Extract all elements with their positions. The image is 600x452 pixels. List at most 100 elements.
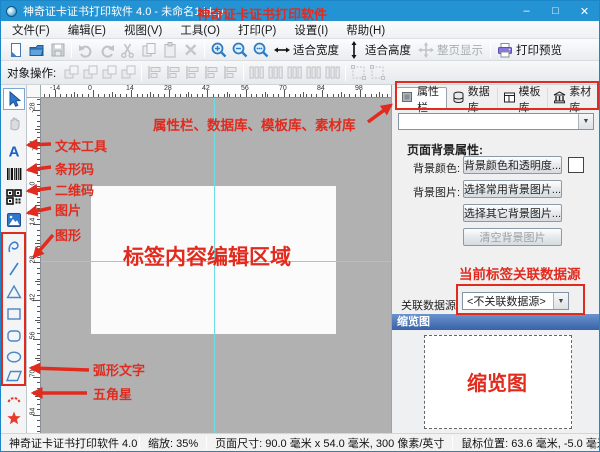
ruler-label: -14 (30, 139, 37, 153)
menu-item-6[interactable]: 帮助(H) (337, 20, 394, 40)
menu-item-0[interactable]: 文件(F) (3, 20, 59, 40)
ruler-tick (387, 94, 388, 97)
minimize-button[interactable]: – (512, 1, 541, 21)
bg-color-swatch[interactable] (568, 157, 584, 173)
ruler-tick (37, 153, 40, 154)
text-tool[interactable]: A (3, 140, 25, 162)
ruler-tick (49, 94, 50, 97)
bg-color-label: 背景颜色: (413, 160, 460, 176)
ruler-tick (311, 94, 312, 97)
annotation-barcode: 条形码 (55, 159, 94, 178)
bg-image-other-button[interactable]: 选择其它背景图片... (463, 204, 562, 222)
ruler-tick (37, 99, 40, 100)
ruler-tick (37, 371, 40, 372)
toolbar-separator (490, 42, 491, 58)
ruler-tick (37, 104, 40, 105)
align-right-icon (183, 63, 202, 82)
ruler-tick (37, 191, 40, 192)
ruler-tick (37, 311, 40, 312)
ruler-tick (267, 94, 268, 97)
ruler-label: 98 (355, 85, 363, 92)
ruler-tick (37, 181, 40, 182)
ruler-tick (229, 94, 230, 97)
group-icon (349, 63, 368, 82)
ruler-tick (37, 126, 40, 127)
annotation-panel-tabs: 属性栏、数据库、模板库、素材库 (153, 114, 356, 134)
pan-tool (3, 112, 25, 134)
image-tool[interactable] (3, 209, 25, 231)
zoom-in-icon[interactable] (208, 40, 229, 60)
zoom-custom-icon[interactable] (250, 40, 271, 60)
zoom-out-icon[interactable] (229, 40, 250, 60)
ruler-label: 42 (30, 291, 37, 305)
ruler-tick (37, 121, 40, 122)
ruler-tick (295, 94, 296, 97)
ruler-tick (235, 94, 236, 97)
new-file-icon[interactable] (5, 40, 26, 60)
qrcode-tool[interactable] (3, 186, 25, 208)
print-preview-label[interactable]: 打印预览 (516, 42, 562, 58)
ruler-tick (37, 382, 40, 383)
bg-image-button[interactable]: 选择常用背景图片... (463, 180, 562, 198)
maximize-button[interactable]: □ (541, 1, 570, 21)
ruler-tick (109, 94, 110, 97)
ruler-tick (338, 94, 339, 97)
ruler-tick (150, 92, 151, 97)
template-select[interactable]: ▼ (398, 113, 594, 130)
ruler-tick (376, 94, 377, 97)
menu-item-1[interactable]: 编辑(E) (59, 20, 115, 40)
annotation-app-title: 神奇证卡证书打印软件 (197, 4, 327, 23)
fit-width-icon[interactable] (271, 40, 292, 60)
save-icon (47, 40, 68, 60)
ruler-tick (188, 92, 189, 97)
annotation-box-panel-tabs (395, 81, 599, 110)
ruler-tick (180, 94, 181, 97)
status-mouse-position: 鼠标位置: 63.6 毫米, -5.0 毫米 (453, 435, 600, 451)
ruler-tick (365, 94, 366, 97)
annotation-star: 五角星 (93, 384, 132, 403)
open-file-icon[interactable] (26, 40, 47, 60)
close-button[interactable]: ✕ (570, 1, 599, 21)
barcode-tool[interactable] (3, 163, 25, 185)
ruler-tick (37, 393, 40, 394)
annotation-edit-area: 标签内容编辑区域 (123, 241, 291, 271)
ruler-tick (37, 349, 40, 350)
arc-text-tool[interactable] (3, 387, 25, 409)
ruler-tick (37, 208, 40, 209)
ruler-tick (153, 94, 154, 97)
main-toolbar: 适合宽度 适合高度 整页显示 打印预览 (1, 39, 599, 61)
select-tool[interactable] (3, 88, 25, 110)
fit-height-label[interactable]: 适合高度 (365, 42, 411, 58)
ruler-tick (120, 94, 121, 97)
ruler-tick (37, 409, 40, 410)
cut-icon (117, 40, 138, 60)
undo-icon (75, 40, 96, 60)
bg-image-clear-button: 清空背景图片 (463, 228, 562, 246)
ruler-tick (35, 358, 40, 359)
chevron-down-icon[interactable]: ▼ (578, 114, 593, 129)
ruler-tick (77, 94, 78, 97)
ruler-tick (35, 167, 40, 168)
ruler-tick (37, 230, 40, 231)
ruler-tick (37, 202, 40, 203)
fit-width-label[interactable]: 适合宽度 (293, 42, 339, 58)
ruler-tick (306, 94, 307, 97)
print-preview-icon[interactable] (494, 40, 515, 60)
ruler-tick (35, 129, 40, 130)
ruler-tick (37, 273, 40, 274)
ruler-tick (37, 246, 40, 247)
ruler-tick (60, 94, 61, 97)
ruler-tick (300, 94, 301, 97)
annotation-image: 图片 (55, 200, 81, 219)
ruler-label: -14 (50, 85, 60, 92)
ruler-tick (240, 94, 241, 97)
ruler-tick (349, 94, 350, 97)
menu-item-2[interactable]: 视图(V) (115, 20, 171, 40)
bg-color-button[interactable]: 背景颜色和透明度... (463, 156, 562, 174)
full-page-label: 整页显示 (437, 42, 483, 58)
svg-text:A: A (9, 144, 20, 161)
star-tool[interactable] (3, 407, 25, 429)
ruler-tick (158, 94, 159, 97)
ruler-tick (37, 355, 40, 356)
fit-height-icon[interactable] (343, 40, 364, 60)
